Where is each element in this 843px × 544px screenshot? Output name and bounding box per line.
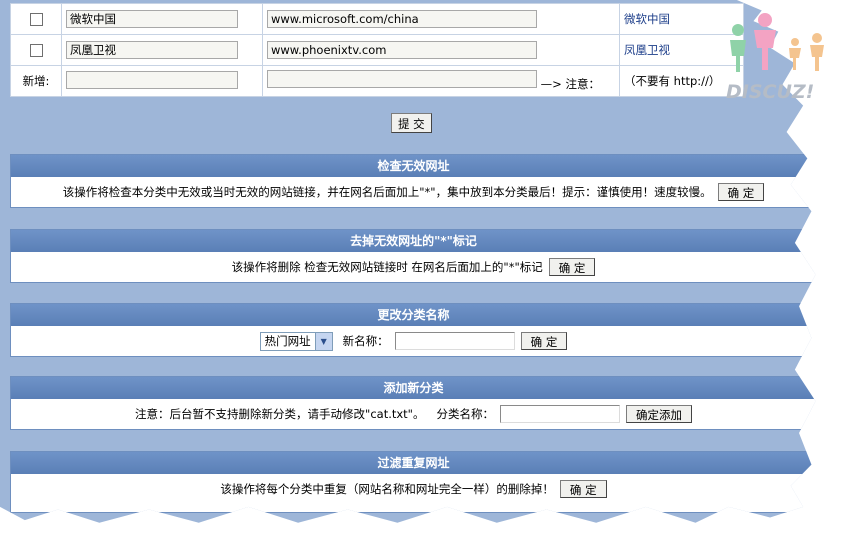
watermark-text: DISCUZ! (726, 81, 814, 103)
filter-duplicates-section: 过滤重复网址 该操作将每个分类中重复（网站名称和网址完全一样）的删除掉！ 确 定 (10, 451, 816, 513)
site-url-field[interactable]: www.microsoft.com/china (267, 10, 537, 28)
rename-category-section: 更改分类名称 热门网址 ▼ 新名称： 确 定 (10, 303, 816, 357)
arrow-note: —> 注意： (540, 77, 600, 91)
add-category-note: 注意：后台暂不支持删除新分类，请手动修改"cat.txt"。 (135, 407, 425, 421)
category-select[interactable]: 热门网址 ▼ (259, 331, 333, 351)
section-title: 添加新分类 (11, 377, 816, 399)
table-row: 微软中国 www.microsoft.com/china 微软中国 (10, 3, 744, 35)
new-row-label: 新增: (10, 65, 62, 97)
new-site-url-field[interactable] (267, 70, 537, 88)
site-name-field[interactable]: 凤凰卫视 (66, 41, 238, 59)
new-site-name-field[interactable] (66, 70, 238, 89)
filter-duplicates-confirm-button[interactable]: 确 定 (559, 480, 607, 498)
admin-panel: 微软中国 www.microsoft.com/china 微软中国 凤凰卫视 w… (0, 0, 816, 523)
section-title: 检查无效网址 (11, 155, 816, 177)
submit-button[interactable]: 提 交 (391, 113, 432, 133)
site-link[interactable]: 微软中国 (624, 12, 670, 26)
check-invalid-confirm-button[interactable]: 确 定 (717, 183, 765, 201)
table-row: 凤凰卫视 www.phoenixtv.com 凤凰卫视 (10, 34, 744, 66)
check-invalid-section: 检查无效网址 该操作将检查本分类中无效或当时无效的网站链接，并在网名后面加上"*… (10, 154, 816, 208)
section-description: 该操作将每个分类中重复（网站名称和网址完全一样）的删除掉！ (220, 482, 554, 496)
discuz-logo: DISCUZ! (726, 13, 824, 103)
section-title: 去掉无效网址的"*"标记 (11, 230, 816, 252)
select-checkbox[interactable] (29, 44, 43, 57)
site-url-field[interactable]: www.phoenixtv.com (267, 41, 537, 59)
category-name-input[interactable] (499, 405, 620, 423)
remove-mark-section: 去掉无效网址的"*"标记 该操作将删除 检查无效网站链接时 在网名后面加上的"*… (10, 229, 816, 283)
add-category-button[interactable]: 确定添加 (625, 405, 692, 423)
new-name-input[interactable] (394, 332, 515, 350)
site-name-field[interactable]: 微软中国 (66, 10, 238, 28)
section-title: 过滤重复网址 (11, 452, 816, 474)
chevron-down-icon[interactable]: ▼ (314, 332, 332, 350)
new-name-label: 新名称： (342, 334, 389, 348)
new-link-row: 新增: —> 注意： （不要有 http://） (10, 65, 744, 97)
rename-confirm-button[interactable]: 确 定 (520, 332, 568, 350)
add-category-section: 添加新分类 注意：后台暂不支持删除新分类，请手动修改"cat.txt"。 分类名… (10, 376, 816, 430)
links-table: 微软中国 www.microsoft.com/china 微软中国 凤凰卫视 w… (10, 3, 744, 97)
section-description: 该操作将删除 检查无效网站链接时 在网名后面加上的"*"标记 (231, 260, 543, 274)
select-checkbox[interactable] (29, 13, 43, 26)
category-name-label: 分类名称： (436, 407, 494, 421)
category-select-value: 热门网址 (264, 334, 311, 348)
section-description: 该操作将检查本分类中无效或当时无效的网站链接，并在网名后面加上"*"，集中放到本… (62, 185, 712, 199)
site-link[interactable]: 凤凰卫视 (624, 43, 670, 57)
remove-mark-confirm-button[interactable]: 确 定 (548, 258, 596, 276)
section-title: 更改分类名称 (11, 304, 816, 326)
